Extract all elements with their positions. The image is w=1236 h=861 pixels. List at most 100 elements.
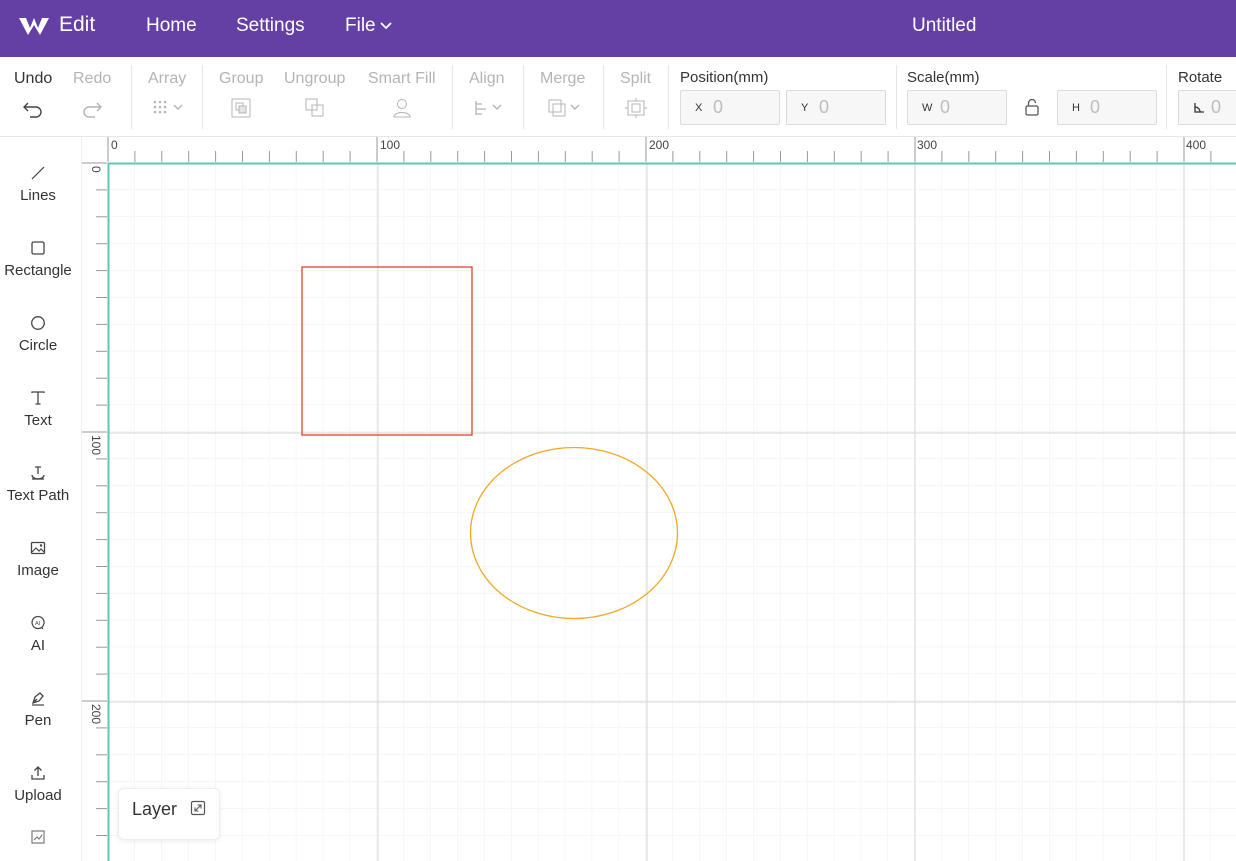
ellipse-shape[interactable] [469,446,679,620]
smart-fill-label: Smart Fill [368,70,436,87]
app-name: Edit [59,13,96,36]
rotate-value: 0 [1211,97,1222,117]
align-button[interactable]: Align [469,70,505,119]
nav-file-menu[interactable]: File [345,15,392,37]
group-label: Group [219,70,264,87]
image-icon [30,541,46,555]
toolbar-divider [452,65,453,129]
extract-icon [31,830,45,844]
text-path-icon [31,466,45,480]
nav-home[interactable]: Home [146,15,197,37]
sidebar-item-label: Upload [14,787,62,804]
sidebar-item-upload[interactable]: Upload [0,765,76,804]
document-title[interactable]: Untitled [912,15,976,37]
split-label: Split [620,70,652,87]
split-icon [624,98,647,118]
upload-icon [31,766,45,780]
undo-icon [23,102,42,118]
line-icon [31,166,45,180]
scale-h-field[interactable]: H 0 [1057,90,1157,125]
rectangle-shape[interactable] [301,266,473,436]
position-x-field[interactable]: X 0 [680,90,780,125]
nav-settings[interactable]: Settings [236,15,305,37]
toolbar: Undo Redo Array Group Ungroup Smart Fill… [0,57,1236,137]
array-button[interactable]: Array [148,70,186,119]
horizontal-ruler: 0 100 200 300 400 [82,137,1236,162]
sidebar-item-label: Circle [18,337,58,354]
ruler-label: 0 [111,138,118,152]
tool-sidebar: Lines Rectangle Circle Text Text Path Im… [0,137,82,861]
toolbar-divider [896,65,897,129]
sidebar-item-lines[interactable]: Lines [0,165,76,204]
toolbar-divider [202,65,203,129]
angle-icon [1194,103,1204,113]
group-button[interactable]: Group [219,70,263,119]
ruler-label: 400 [1186,138,1207,152]
lock-icon[interactable] [1024,98,1040,116]
layer-panel[interactable]: Layer [118,788,220,840]
ungroup-button[interactable]: Ungroup [284,70,345,119]
text-icon [31,391,45,405]
array-grid-icon [153,100,183,114]
chevron-down-icon [379,22,392,30]
sidebar-item-label: Text Path [6,487,70,504]
ruler-label: 300 [917,138,938,152]
sidebar-item-text[interactable]: Text [0,390,76,429]
rectangle-icon [31,241,45,255]
undo-button[interactable]: Undo [14,70,52,119]
sidebar-item-label: Rectangle [4,262,72,279]
redo-button[interactable]: Redo [73,70,111,119]
merge-label: Merge [540,70,586,87]
rotate-field[interactable]: 0 [1178,90,1236,125]
w-prefix: W [922,102,933,114]
undo-label: Undo [14,70,53,87]
group-icon [231,98,251,118]
scale-h-value: 0 [1090,97,1101,117]
ruler-ticks [82,162,107,836]
sidebar-item-label: AI [30,637,46,654]
toolbar-divider [1166,65,1167,129]
scale-w-value: 0 [940,97,951,117]
ruler-label: 0 [89,166,103,173]
sidebar-item-image[interactable]: Image [0,540,76,579]
sidebar-item-rectangle[interactable]: Rectangle [0,240,76,279]
sidebar-item-label: Text [24,412,52,429]
merge-button[interactable]: Merge [540,70,585,119]
w-logo-icon [19,18,49,35]
merge-icon [548,99,580,117]
position-y-field[interactable]: Y 0 [786,90,886,125]
x-prefix: X [695,102,703,114]
circle-icon [31,316,45,330]
ungroup-label: Ungroup [284,70,346,87]
split-button[interactable]: Split [620,70,651,119]
ungroup-icon [305,98,324,117]
toolbar-divider [131,65,132,129]
canvas-shapes [301,266,679,620]
smart-fill-icon [393,99,411,118]
design-canvas[interactable]: 0 100 200 300 400 0 100 200 [82,137,1236,861]
sidebar-item-pen[interactable]: Pen [0,690,76,729]
rotate-label: Rotate [1178,69,1223,86]
sidebar-item-label: Lines [20,187,56,204]
expand-icon[interactable] [190,800,206,816]
y-prefix: Y [801,102,809,114]
sidebar-item-label: Image [17,562,59,579]
redo-icon [83,102,103,118]
ruler-label: 200 [649,138,670,152]
sidebar-item-text-path[interactable]: Text Path [0,465,76,504]
smart-fill-button[interactable]: Smart Fill [368,70,436,119]
toolbar-divider [523,65,524,129]
sidebar-item-more[interactable] [0,829,76,851]
top-bar: Edit Home Settings File Untitled [0,0,1236,57]
sidebar-item-circle[interactable]: Circle [0,315,76,354]
ruler-label: 100 [380,138,401,152]
toolbar-divider [603,65,604,129]
ruler-label: 100 [89,435,103,456]
ruler-label: 200 [89,704,103,725]
sidebar-item-ai[interactable]: AI AI [0,615,76,654]
h-prefix: H [1072,102,1080,114]
position-y-value: 0 [819,97,830,117]
scale-w-field[interactable]: W 0 [907,90,1007,125]
vertical-ruler: 0 100 200 [82,137,107,861]
nav-file-label: File [345,15,376,36]
